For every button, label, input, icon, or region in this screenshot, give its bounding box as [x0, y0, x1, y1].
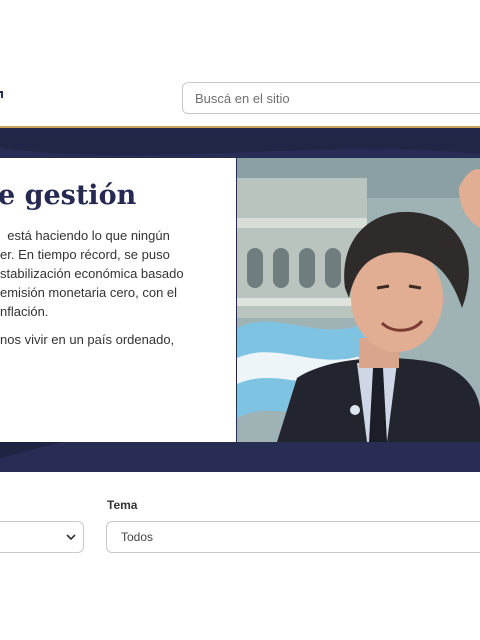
hero-line: er. En tiempo récord, se puso	[0, 247, 170, 262]
hero-photo	[237, 158, 480, 442]
chevron-down-icon	[66, 534, 76, 541]
search-input[interactable]	[182, 82, 480, 114]
logo-fragment	[0, 91, 3, 98]
hero-line: stabilización económica basado	[0, 266, 184, 281]
hero-text-card: e gestión está haciendo lo que ningún er.…	[0, 158, 236, 442]
hero-line: está haciendo lo que ningún	[0, 228, 170, 243]
filter-select-left[interactable]	[0, 521, 84, 553]
hero-paragraph: está haciendo lo que ningún er. En tiempo…	[0, 226, 236, 321]
tema-label: Tema	[107, 498, 138, 512]
hero-line: nflación.	[0, 304, 49, 319]
hero-banner: e gestión está haciendo lo que ningún er.…	[0, 128, 480, 472]
hero-paragraph-2: nos vivir en un país ordenado,	[0, 332, 175, 347]
hero-title: e gestión	[0, 180, 137, 211]
hero-line: emisión monetaria cero, con el	[0, 285, 178, 300]
tema-select[interactable]: Todos	[106, 521, 480, 553]
